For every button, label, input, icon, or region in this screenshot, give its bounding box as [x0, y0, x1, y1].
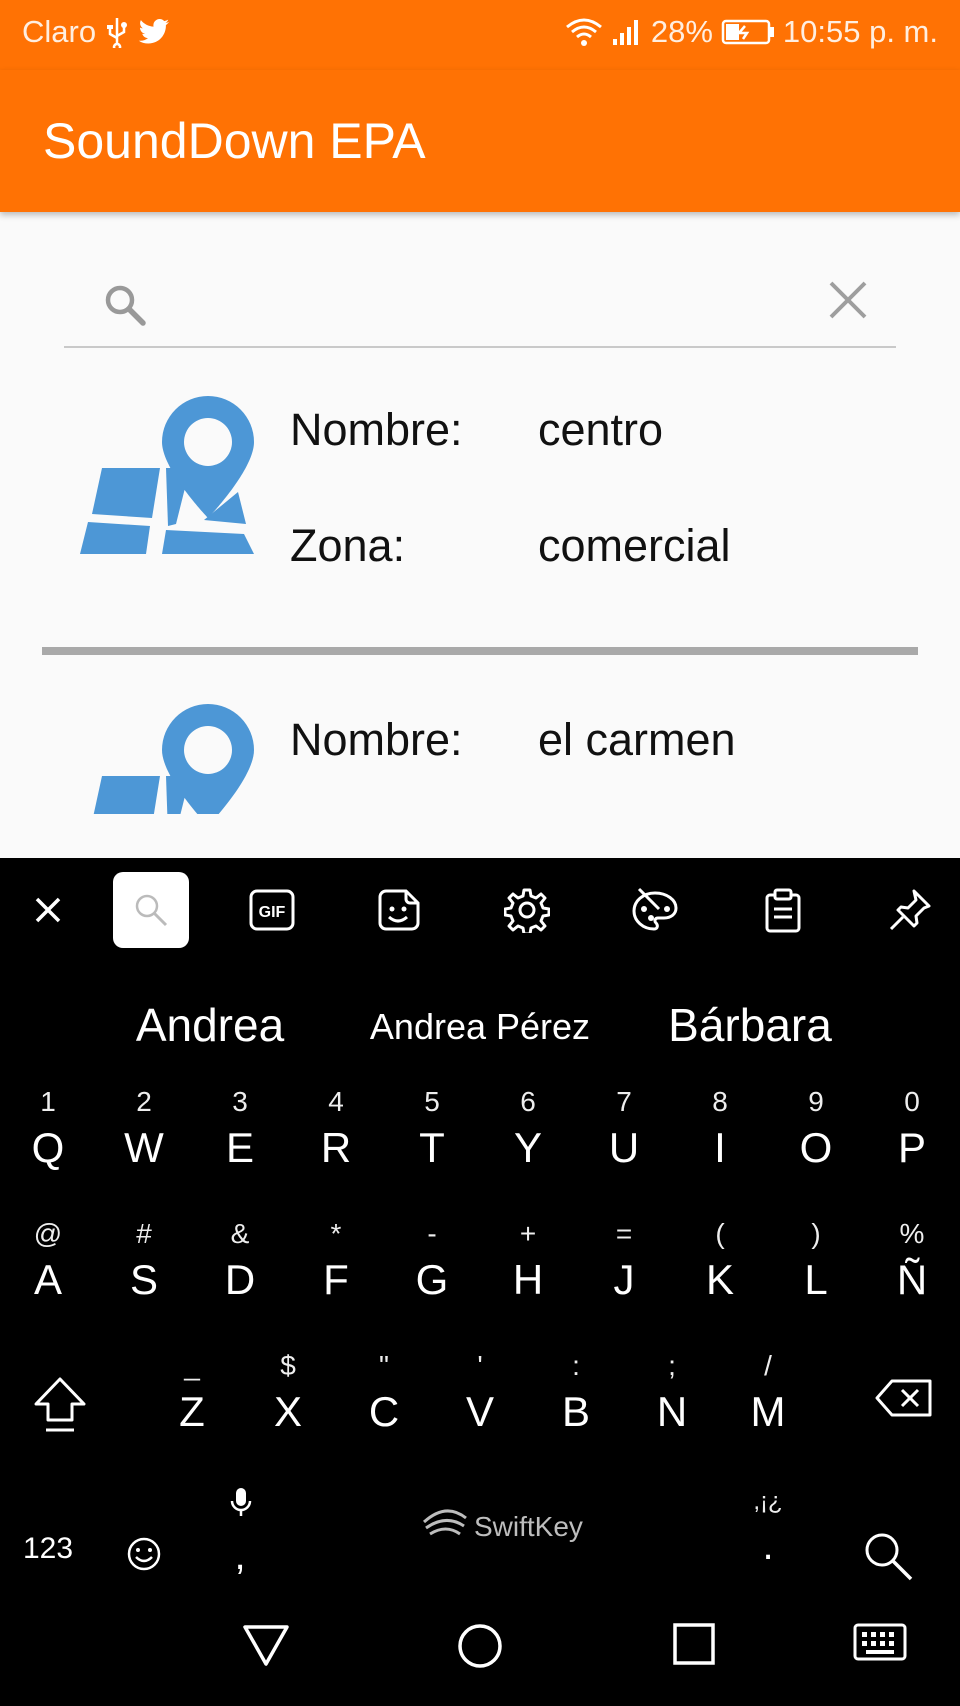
key-u[interactable]: 7U: [576, 1086, 672, 1206]
key-g[interactable]: -G: [384, 1218, 480, 1338]
signal-icon: [611, 17, 643, 47]
key-f[interactable]: * F: [288, 1218, 384, 1338]
search-bar: [64, 262, 896, 348]
backspace-key[interactable]: [856, 1358, 952, 1478]
microphone-icon: [230, 1486, 252, 1523]
key-o[interactable]: 9O: [768, 1086, 864, 1206]
recents-icon[interactable]: [672, 1622, 716, 1671]
zone-value: comercial: [538, 520, 731, 571]
key-i[interactable]: 8I: [672, 1086, 768, 1206]
gif-icon[interactable]: GIF: [234, 872, 310, 948]
space-bar[interactable]: SwiftKey: [422, 1508, 583, 1545]
back-icon[interactable]: [242, 1622, 290, 1673]
key-z[interactable]: _ Z: [144, 1350, 240, 1470]
theme-palette-icon[interactable]: [617, 872, 693, 948]
gif-label: GIF: [259, 904, 286, 921]
key-t[interactable]: 5T: [384, 1086, 480, 1206]
key-d[interactable]: & D: [192, 1218, 288, 1338]
name-value: el carmen: [538, 714, 736, 765]
battery-icon: [721, 18, 775, 46]
clear-search-icon[interactable]: [828, 280, 868, 325]
suggestion-3[interactable]: Bárbara: [640, 998, 860, 1052]
key-n-tilde[interactable]: % Ñ: [864, 1218, 960, 1338]
map-pin-icon: [78, 396, 256, 561]
battery-percent: 28%: [650, 14, 713, 49]
key-m[interactable]: / M: [720, 1350, 816, 1470]
carrier-label: Claro: [22, 14, 97, 49]
list-item[interactable]: Nombre: el carmen: [0, 700, 960, 814]
key-r[interactable]: 4R: [288, 1086, 384, 1206]
name-label: Nombre:: [290, 714, 463, 765]
search-icon[interactable]: [113, 872, 189, 948]
list-divider: [42, 647, 918, 655]
key-a[interactable]: @ A: [0, 1218, 96, 1338]
key-p[interactable]: 0P: [864, 1086, 960, 1206]
close-icon[interactable]: [10, 872, 86, 948]
key-q[interactable]: 1Q: [0, 1086, 96, 1206]
status-bar: Claro 28% 10:55 p. m.: [0, 0, 960, 70]
map-pin-icon: [78, 704, 256, 814]
key-k[interactable]: (K: [672, 1218, 768, 1338]
search-input[interactable]: [164, 276, 764, 326]
pin-icon[interactable]: [872, 872, 948, 948]
key-j[interactable]: = J: [576, 1218, 672, 1338]
swiftkey-brand: SwiftKey: [474, 1510, 583, 1542]
name-label: Nombre:: [290, 404, 463, 455]
suggestion-2[interactable]: Andrea Pérez: [350, 1006, 610, 1048]
navigation-bar: [0, 1590, 960, 1706]
key-s[interactable]: # S: [96, 1218, 192, 1338]
wifi-icon: [565, 17, 603, 47]
suggestion-1[interactable]: Andrea: [110, 998, 310, 1052]
key-x[interactable]: $ X: [240, 1350, 336, 1470]
list-item[interactable]: Nombre: centro Zona: comercial: [0, 388, 960, 638]
key-c[interactable]: " C: [336, 1350, 432, 1470]
usb-icon: [104, 16, 130, 48]
swiftkey-logo-icon: [422, 1508, 468, 1545]
period-key[interactable]: ,¡¿ .: [720, 1476, 816, 1596]
keyboard-switch-icon[interactable]: [852, 1622, 908, 1669]
home-icon[interactable]: [456, 1622, 504, 1675]
twitter-icon: [138, 18, 170, 46]
key-w[interactable]: 2W: [96, 1086, 192, 1206]
clipboard-icon[interactable]: [745, 872, 821, 948]
keyboard: GIF Andrea Andrea Pérez Bárbara 1Q 2W 3E…: [0, 858, 960, 1590]
key-b[interactable]: :B: [528, 1350, 624, 1470]
clock: 10:55 p. m.: [782, 14, 938, 49]
app-title: SoundDown EPA: [43, 113, 426, 169]
sticker-icon[interactable]: [361, 872, 437, 948]
key-v[interactable]: ' V: [432, 1350, 528, 1470]
key-n[interactable]: ; N: [624, 1350, 720, 1470]
suggestion-bar: Andrea Andrea Pérez Bárbara: [0, 964, 960, 1074]
key-y[interactable]: 6Y: [480, 1086, 576, 1206]
name-value: centro: [538, 404, 664, 455]
comma-key[interactable]: ,: [192, 1476, 288, 1596]
settings-icon[interactable]: [489, 872, 565, 948]
zone-label: Zona:: [290, 520, 406, 571]
keyboard-toolbar: GIF: [0, 858, 960, 964]
key-e[interactable]: 3E: [192, 1086, 288, 1206]
key-h[interactable]: + H: [480, 1218, 576, 1338]
key-l[interactable]: ) L: [768, 1218, 864, 1338]
search-icon: [102, 282, 148, 333]
shift-key[interactable]: [12, 1358, 108, 1478]
app-bar: SoundDown EPA: [0, 70, 960, 212]
